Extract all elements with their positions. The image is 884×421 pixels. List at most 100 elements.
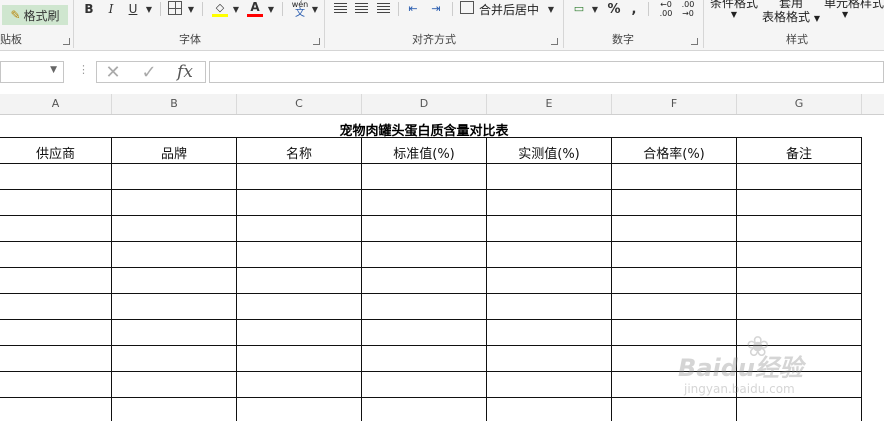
merge-dropdown-icon[interactable]: ▼ — [546, 0, 556, 18]
accounting-dropdown-icon[interactable]: ▼ — [590, 0, 600, 18]
formula-input[interactable] — [209, 61, 884, 83]
percent-button[interactable]: % — [606, 0, 622, 18]
alignment-dialog-launcher-icon[interactable] — [551, 38, 558, 45]
column-header-e[interactable]: E — [487, 94, 612, 114]
underline-button[interactable]: U — [124, 0, 142, 18]
insert-function-icon[interactable]: fx — [172, 62, 198, 82]
grid-line — [0, 319, 862, 320]
ribbon-separator — [73, 0, 74, 48]
column-header-d[interactable]: D — [362, 94, 487, 114]
paintbrush-icon: ✎ — [10, 8, 21, 22]
font-color-icon[interactable]: A — [247, 0, 263, 14]
merge-center-icon[interactable] — [460, 1, 474, 14]
increase-decimal-bottom: .00 — [659, 9, 673, 18]
grid-line — [236, 137, 237, 421]
column-header-b[interactable]: B — [112, 94, 237, 114]
enter-icon[interactable]: ✓ — [138, 62, 160, 83]
accounting-format-icon[interactable]: ▭ — [570, 0, 588, 16]
cancel-icon[interactable]: ✕ — [102, 62, 124, 83]
fill-color-dropdown-icon[interactable]: ▼ — [231, 0, 241, 18]
formula-bar-grip-icon[interactable]: ⋮ — [78, 63, 89, 76]
styles-group-label: 样式 — [786, 33, 808, 46]
decrease-decimal-button[interactable]: .00 →0 — [678, 0, 698, 18]
name-box[interactable]: ▼ — [0, 61, 64, 83]
format-painter-button[interactable]: ✎ 格式刷 — [2, 5, 68, 25]
number-dialog-launcher-icon[interactable] — [691, 38, 698, 45]
divider — [398, 2, 399, 16]
ribbon-separator — [324, 0, 325, 48]
divider — [282, 2, 283, 16]
phonetic-guide-button[interactable]: wén 文 — [290, 0, 310, 19]
clipboard-group-label: 贴板 — [0, 33, 22, 46]
column-header-c[interactable]: C — [237, 94, 362, 114]
borders-icon[interactable] — [168, 1, 182, 15]
format-as-table-bottom: 表格格式 — [762, 10, 811, 24]
increase-indent-icon[interactable]: ⇥ — [427, 0, 445, 16]
clipboard-dialog-launcher-icon[interactable] — [63, 38, 70, 45]
cell-styles-label: 单元格样式 — [824, 0, 884, 10]
phonetic-dropdown-icon[interactable]: ▼ — [310, 0, 320, 18]
divider — [202, 2, 203, 16]
header-cell-name[interactable]: 名称 — [237, 140, 361, 164]
font-dialog-launcher-icon[interactable] — [313, 38, 320, 45]
borders-dropdown-icon[interactable]: ▼ — [186, 0, 196, 18]
divider — [648, 2, 649, 16]
font-color-dropdown-icon[interactable]: ▼ — [266, 0, 276, 18]
align-center-icon[interactable] — [355, 3, 368, 14]
format-as-table-top: 套用 — [778, 0, 803, 10]
header-cell-pass-rate[interactable]: 合格率(%) — [612, 140, 736, 164]
grid-line — [0, 293, 862, 294]
name-box-dropdown-icon[interactable]: ▼ — [50, 65, 57, 75]
header-cell-measured-value[interactable]: 实测值(%) — [487, 140, 611, 164]
decrease-decimal-top: .00 — [681, 0, 695, 9]
grid-line — [0, 215, 862, 216]
header-cell-supplier[interactable]: 供应商 — [0, 140, 111, 164]
fill-color-swatch — [212, 14, 228, 17]
grid-line — [0, 267, 862, 268]
header-cell-standard-value[interactable]: 标准值(%) — [362, 140, 486, 164]
format-painter-label: 格式刷 — [23, 8, 60, 23]
format-as-table-button[interactable]: 套用 表格格式 ▼ — [762, 0, 820, 26]
watermark-url: jingyan.baidu.com — [684, 382, 795, 396]
number-group-label: 数字 — [612, 33, 634, 46]
grid-line — [0, 137, 862, 138]
underline-dropdown-icon[interactable]: ▼ — [144, 0, 154, 18]
grid-line — [611, 137, 612, 421]
font-color-swatch — [247, 14, 263, 17]
ribbon: ✎ 格式刷 贴板 B I U ▼ ▼ ◇ ▼ A ▼ wén 文 ▼ 字体 ⇤ … — [0, 0, 884, 51]
phonetic-bottom-label: 文 — [295, 8, 305, 19]
grid-line — [861, 137, 862, 421]
italic-button[interactable]: I — [102, 0, 120, 18]
comma-button[interactable]: , — [628, 0, 640, 18]
decrease-indent-icon[interactable]: ⇤ — [404, 0, 422, 16]
grid-line — [486, 137, 487, 421]
font-group-label: 字体 — [179, 33, 201, 46]
grid-line — [0, 189, 862, 190]
grid-line — [361, 137, 362, 421]
ribbon-separator — [563, 0, 564, 48]
grid-line — [111, 137, 112, 421]
conditional-formatting-button[interactable]: 条件格式 ▼ — [709, 0, 759, 26]
format-as-table-bottom-row: 表格格式 ▼ — [762, 10, 820, 26]
column-header-a[interactable]: A — [0, 94, 112, 114]
decrease-decimal-bottom: →0 — [682, 9, 694, 18]
divider — [160, 2, 161, 16]
watermark: ❀ Baidu经验 jingyan.baidu.com — [676, 330, 846, 400]
merge-center-label[interactable]: 合并后居中 — [479, 1, 539, 18]
increase-decimal-button[interactable]: ←0 .00 — [656, 0, 676, 18]
format-table-dropdown-icon: ▼ — [813, 14, 820, 23]
header-cell-brand[interactable]: 品牌 — [112, 140, 236, 164]
ribbon-separator — [703, 0, 704, 48]
conditional-dropdown-icon: ▼ — [730, 10, 738, 19]
header-cell-remarks[interactable]: 备注 — [737, 140, 861, 164]
conditional-formatting-label: 条件格式 — [709, 0, 758, 10]
align-left-icon[interactable] — [334, 3, 347, 14]
fill-color-icon[interactable]: ◇ — [212, 0, 228, 14]
column-header-g[interactable]: G — [737, 94, 862, 114]
bold-button[interactable]: B — [80, 0, 98, 18]
align-right-icon[interactable] — [377, 3, 390, 14]
formula-bar: ▼ ⋮ ✕ ✓ fx — [0, 58, 884, 86]
column-header-f[interactable]: F — [612, 94, 737, 114]
cell-styles-button[interactable]: 单元格样式 ▼ — [824, 0, 884, 26]
divider — [452, 2, 453, 16]
